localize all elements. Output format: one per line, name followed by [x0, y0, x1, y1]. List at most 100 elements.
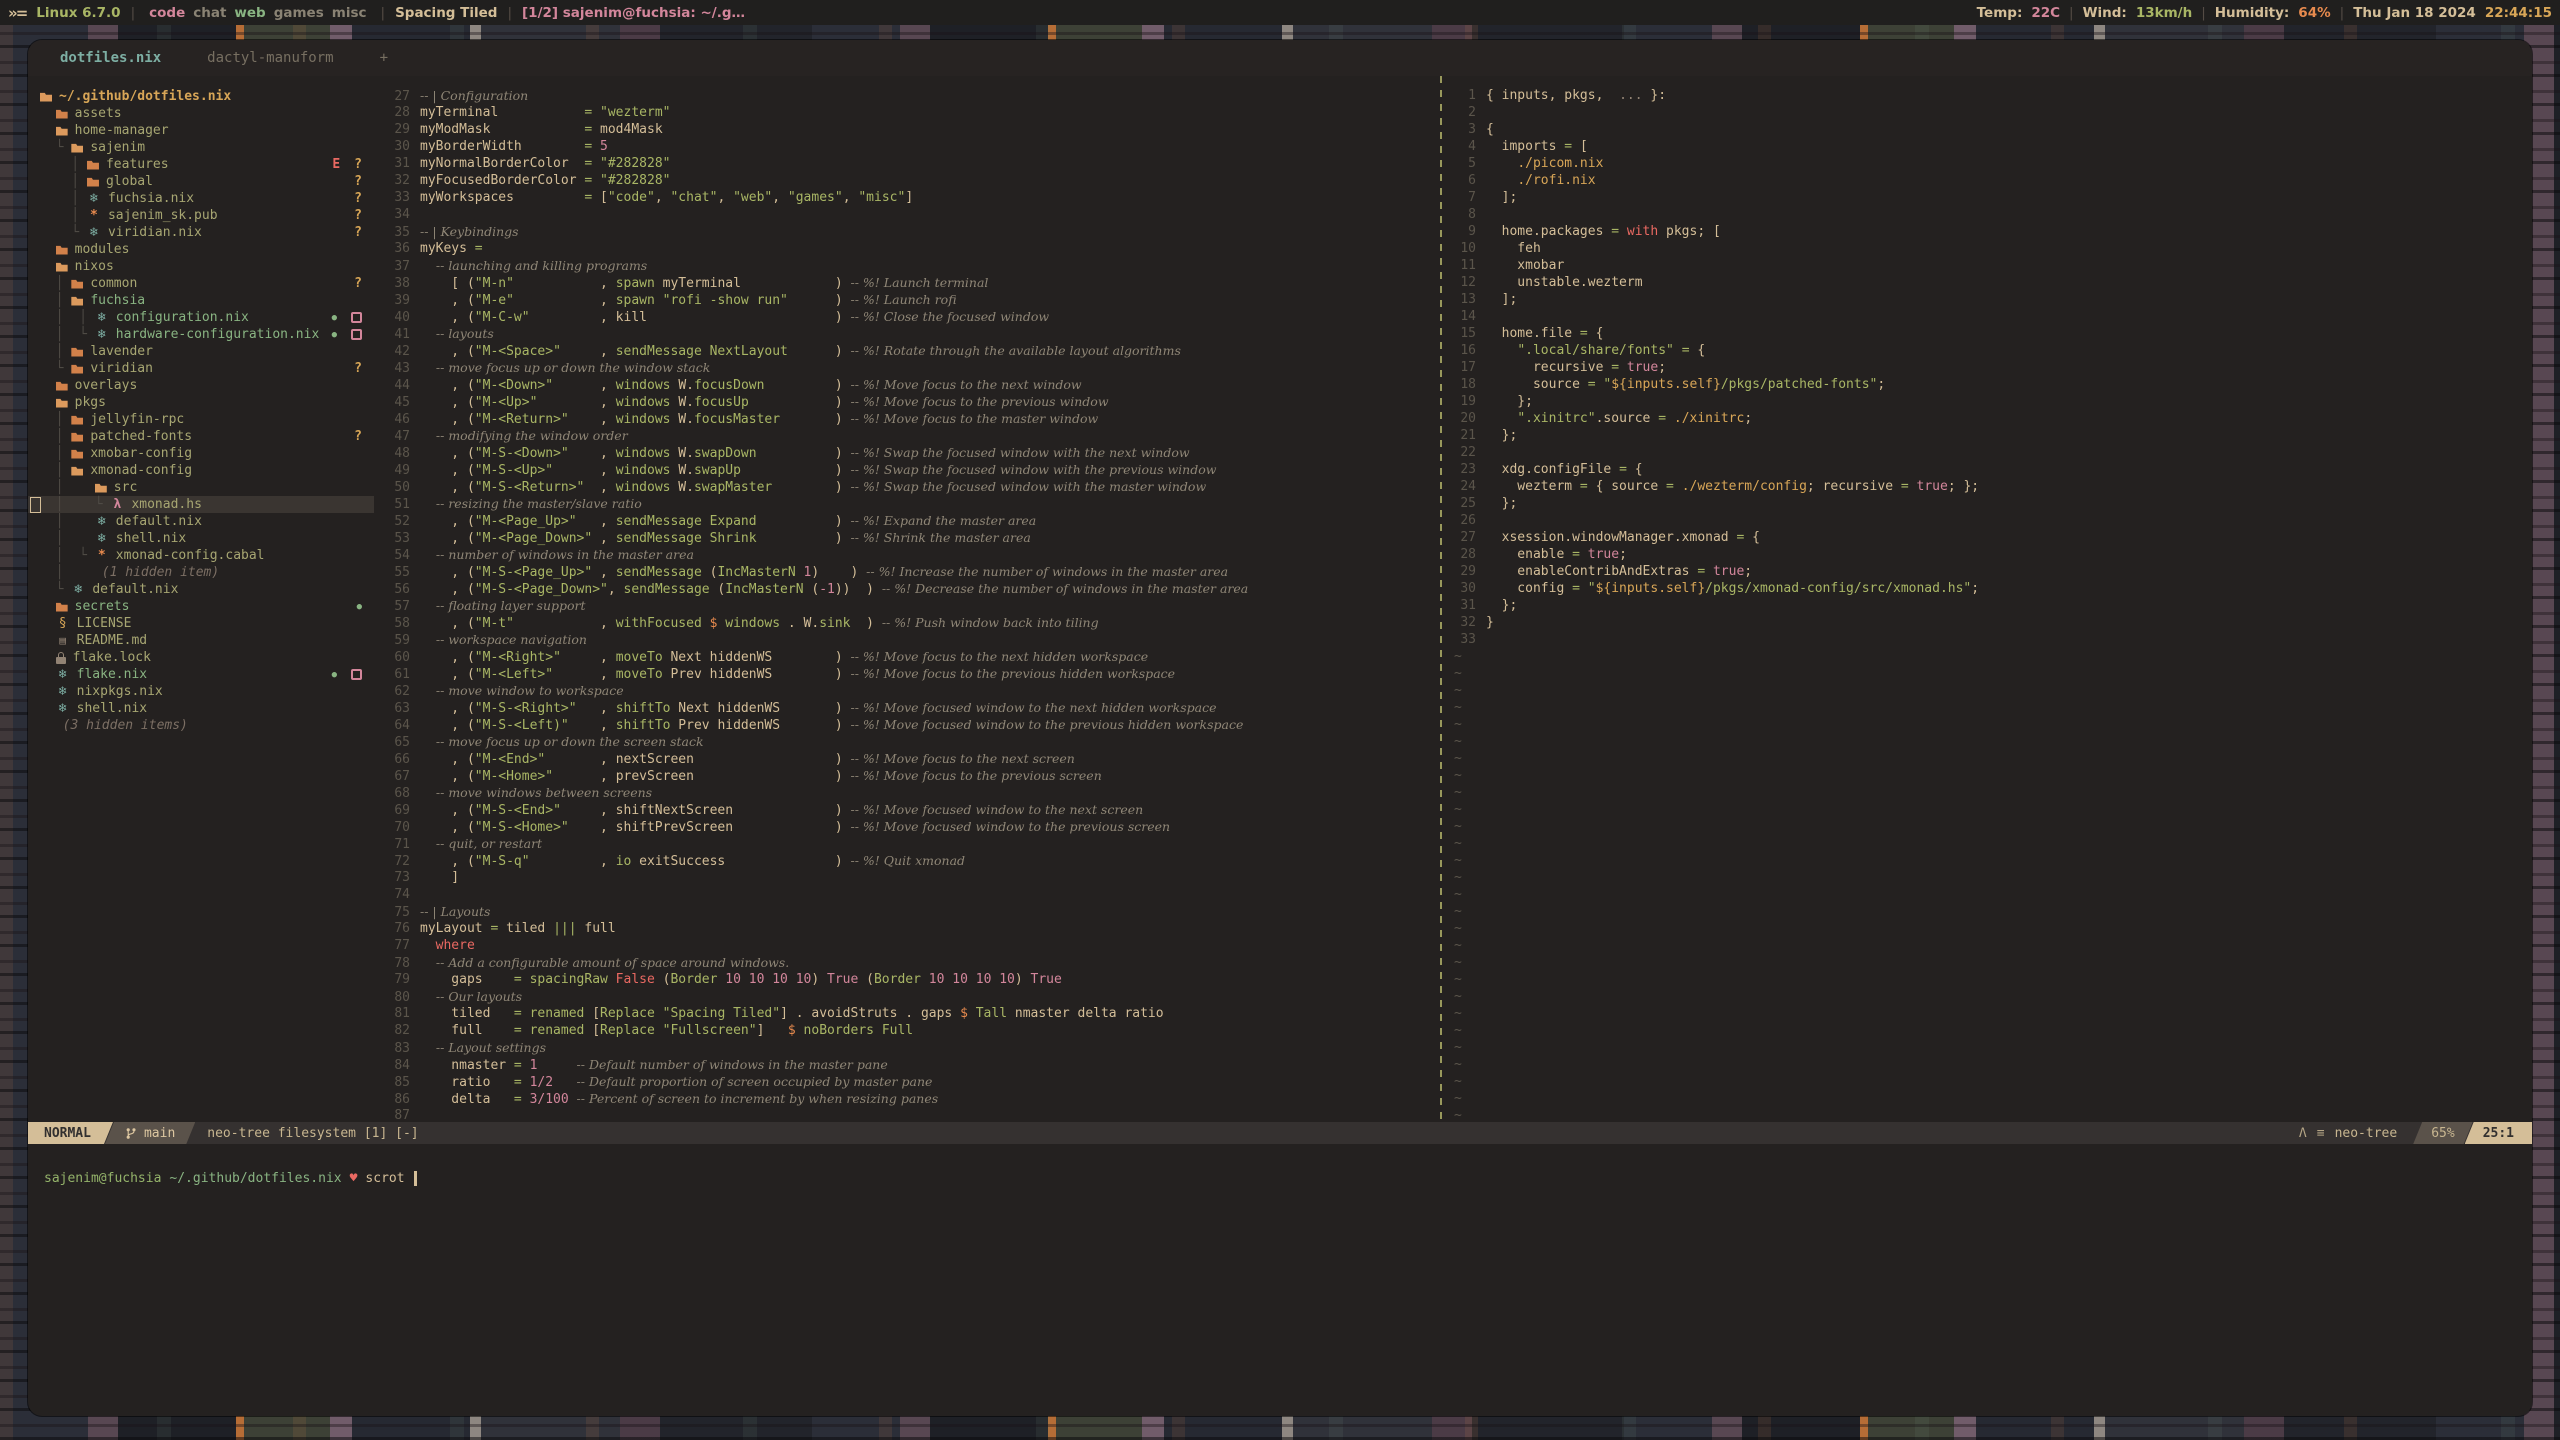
tree-item-secrets[interactable]: secrets●	[28, 598, 374, 615]
tree-item-global[interactable]: │ global?	[28, 173, 374, 190]
empty-buffer-line: ~	[1446, 1108, 2532, 1122]
tree-item-default.nix[interactable]: └ ❄default.nix	[28, 581, 374, 598]
tree-item-xmonad-config.cabal[interactable]: │ └ *xmonad-config.cabal	[28, 547, 374, 564]
tree-item--.github-dotfiles.nix[interactable]: ~/.github/dotfiles.nix	[28, 88, 374, 105]
folder-open-icon	[71, 466, 83, 476]
tree-item-shell.nix[interactable]: ❄shell.nix	[28, 700, 374, 717]
tree-item-shell.nix[interactable]: │ ❄shell.nix	[28, 530, 374, 547]
tree-item-flake.nix[interactable]: ❄flake.nix●	[28, 666, 374, 683]
staged-dot-icon: ●	[332, 330, 337, 340]
nix-file-icon: ❄	[71, 582, 85, 597]
tree-item-common[interactable]: │ common?	[28, 275, 374, 292]
line-number: 19	[1446, 394, 1486, 409]
code-line: 71 -- quit, or restart	[374, 836, 1440, 853]
tree-item-lavender[interactable]: │ lavender	[28, 343, 374, 360]
untracked-badge: ?	[354, 361, 362, 376]
tree-item-label: default.nix	[116, 514, 202, 529]
empty-buffer-line: ~	[1446, 819, 2532, 836]
tree-item-viridian[interactable]: └ viridian?	[28, 360, 374, 377]
line-number: 23	[1446, 462, 1486, 477]
wind-label: Wind:	[2083, 5, 2127, 21]
tree-item-readme.md[interactable]: ▤README.md	[28, 632, 374, 649]
workspace-misc[interactable]: misc	[332, 5, 367, 21]
tree-item-xmobar-config[interactable]: │ xmobar-config	[28, 445, 374, 462]
tree-item-overlays[interactable]: overlays	[28, 377, 374, 394]
bar-separator: |	[2340, 5, 2345, 21]
workspace-games[interactable]: games	[274, 5, 324, 21]
md-file-icon: ▤	[56, 634, 70, 647]
tree-item--1-hidden-item-[interactable]: │ (1 hidden item)	[28, 564, 374, 581]
code-line: 19 };	[1446, 394, 2532, 411]
workspace-chat[interactable]: chat	[193, 5, 226, 21]
line-number: 53	[374, 531, 420, 546]
tree-item-nixpkgs.nix[interactable]: ❄nixpkgs.nix	[28, 683, 374, 700]
tree-item-configuration.nix[interactable]: │ │ ❄configuration.nix●	[28, 309, 374, 326]
tree-item-assets[interactable]: assets	[28, 105, 374, 122]
tree-guide	[40, 378, 56, 393]
code-line: 29 enableContribAndExtras = true;	[1446, 564, 2532, 581]
tree-item-default.nix[interactable]: │ ❄default.nix	[28, 513, 374, 530]
shell-prompt[interactable]: sajenim@fuchsia ~/.github/dotfiles.nix ♥…	[28, 1168, 417, 1188]
tree-item-jellyfin-rpc[interactable]: │ jellyfin-rpc	[28, 411, 374, 428]
empty-buffer-line: ~	[1446, 921, 2532, 938]
tree-item-features[interactable]: │ featuresE?	[28, 156, 374, 173]
line-number: 1	[1446, 88, 1486, 103]
tree-item-patched-fonts[interactable]: │ patched-fonts?	[28, 428, 374, 445]
folder-open-icon	[56, 398, 68, 408]
tree-item-fuchsia[interactable]: │ fuchsia	[28, 292, 374, 309]
tree-item-sajenim[interactable]: └ sajenim	[28, 139, 374, 156]
line-number: 30	[374, 139, 420, 154]
tab-dotfiles[interactable]: dotfiles.nix	[60, 50, 161, 66]
tree-item-sajenim-sk.pub[interactable]: │ *sajenim_sk.pub?	[28, 207, 374, 224]
window-split-separator[interactable]	[1440, 76, 1442, 1122]
tree-item-viridian.nix[interactable]: └ ❄viridian.nix?	[28, 224, 374, 241]
code-line: 24 wezterm = { source = ./wezterm/config…	[1446, 479, 2532, 496]
empty-buffer-line: ~	[1446, 666, 2532, 683]
tree-item-label: flake.nix	[77, 667, 147, 682]
code-line: 49 , ("M-S-<Up>" , windows W.swapUp ) --…	[374, 462, 1440, 479]
tree-item-src[interactable]: │ src	[28, 479, 374, 496]
tree-item-xmonad-config[interactable]: │ xmonad-config	[28, 462, 374, 479]
workspace-web[interactable]: web	[234, 5, 265, 21]
code-line: 62 -- move window to workspace	[374, 683, 1440, 700]
tree-item-home-manager[interactable]: home-manager	[28, 122, 374, 139]
line-number: 60	[374, 650, 420, 665]
line-number: 44	[374, 378, 420, 393]
tree-item-label: flake.lock	[73, 650, 151, 665]
tree-item-label: jellyfin-rpc	[90, 412, 184, 427]
workspace-code[interactable]: code	[149, 5, 185, 21]
tree-item-nixos[interactable]: nixos	[28, 258, 374, 275]
line-number: 61	[374, 667, 420, 682]
line-number: 85	[374, 1075, 420, 1090]
kernel-version: Linux 6.7.0	[36, 5, 120, 21]
tab-dactyl-manuform[interactable]: dactyl-manuform	[207, 50, 333, 66]
neo-tree-sidebar[interactable]: ~/.github/dotfiles.nix assets home-manag…	[28, 76, 374, 1122]
tree-item-xmonad.hs[interactable]: │ └ λxmonad.hs	[28, 496, 374, 513]
tree-item-label: xmobar-config	[90, 446, 192, 461]
nix-file-icon: ❄	[87, 191, 101, 206]
tree-item-license[interactable]: §LICENSE	[28, 615, 374, 632]
code-line: 10 feh	[1446, 241, 2532, 258]
tree-item-pkgs[interactable]: pkgs	[28, 394, 374, 411]
code-line: 59 -- workspace navigation	[374, 632, 1440, 649]
line-number: 30	[1446, 581, 1486, 596]
code-line: 16 ".local/share/fonts" = {	[1446, 343, 2532, 360]
editor-pane-xmonad-hs[interactable]: 27-- | Configuration28myTerminal = "wezt…	[374, 76, 1440, 1122]
tree-guide: │	[40, 191, 87, 206]
nix-file-icon: ❄	[95, 531, 109, 546]
tree-item-modules[interactable]: modules	[28, 241, 374, 258]
xmobar-right: Temp: 22C | Wind: 13km/h | Humidity: 64%…	[1977, 5, 2552, 21]
tree-item--3-hidden-items-[interactable]: (3 hidden items)	[28, 717, 374, 734]
modified-square-icon	[351, 329, 362, 340]
editor-pane-nix[interactable]: 1{ inputs, pkgs, ... }:23{4 imports = [5…	[1446, 76, 2532, 1122]
code-line: 55 , ("M-S-<Page_Up>" , sendMessage (Inc…	[374, 564, 1440, 581]
tree-item-flake.lock[interactable]: flake.lock	[28, 649, 374, 666]
line-number: 16	[1446, 343, 1486, 358]
tree-item-hardware-configuration.nix[interactable]: │ └ ❄hardware-configuration.nix●	[28, 326, 374, 343]
new-tab-button[interactable]: +	[380, 50, 388, 66]
folder-open-icon	[95, 483, 107, 493]
tree-item-label: sajenim	[90, 140, 145, 155]
clock-display: 22:44:15	[2485, 5, 2552, 21]
tree-item-fuchsia.nix[interactable]: │ ❄fuchsia.nix?	[28, 190, 374, 207]
line-number: 13	[1446, 292, 1486, 307]
